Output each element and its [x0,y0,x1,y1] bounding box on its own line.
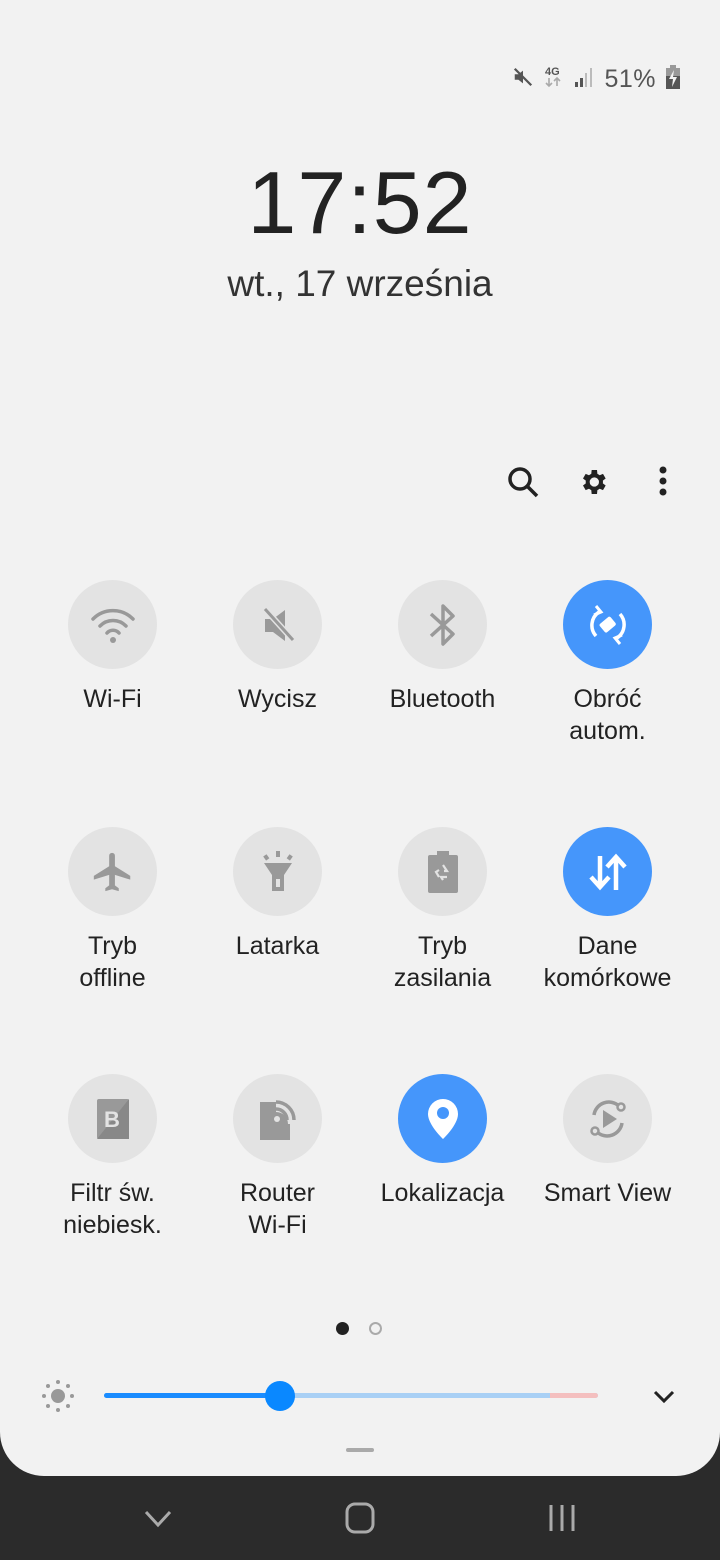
recents-button[interactable] [542,1498,582,1538]
more-vert-icon [659,466,667,496]
tile-location-label: Lokalizacja [380,1179,505,1207]
signal-icon [574,66,594,93]
tile-mobile-data-button[interactable] [563,827,652,916]
tile-bluetooth[interactable]: Bluetooth [360,580,525,827]
tile-mute-button[interactable] [233,580,322,669]
mute-icon [262,606,295,642]
tile-mobile-data[interactable]: Dane komórkowe [525,827,690,1074]
tile-mute[interactable]: Wycisz [195,580,360,827]
search-icon [508,467,539,498]
tile-smart-view-button[interactable] [563,1074,652,1163]
sun-icon [42,1380,74,1412]
back-icon [144,1510,172,1528]
more-options-button[interactable] [646,460,680,504]
tile-blue-light-filter-button[interactable]: B [68,1074,157,1163]
tile-location-button[interactable] [398,1074,487,1163]
mobile-data-icon [588,853,627,890]
tile-hotspot[interactable]: Router Wi-Fi [195,1074,360,1321]
status-bar: 4G 51% [512,64,680,94]
tile-power-mode-button[interactable] [398,827,487,916]
tile-smart-view[interactable]: Smart View [525,1074,690,1321]
page-dot-2[interactable] [369,1322,382,1335]
tile-auto-rotate-button[interactable] [563,580,652,669]
tile-airplane-mode[interactable]: Tryb offline [30,827,195,1074]
tile-bluetooth-button[interactable] [398,580,487,669]
brightness-slider-fill [104,1393,280,1398]
clock-time: 17:52 [247,153,473,252]
tile-wifi[interactable]: Wi-Fi [30,580,195,827]
gear-icon [583,470,606,494]
navigation-bar [0,1476,720,1560]
home-button[interactable] [340,1498,380,1538]
brightness-high-zone [550,1393,598,1398]
battery-charging-icon [666,64,680,94]
4g-data-icon: 4G [544,64,564,95]
page-dot-1[interactable] [336,1322,349,1335]
settings-button[interactable] [576,460,610,504]
svg-text:B: B [104,1107,120,1132]
chevron-down-icon[interactable] [648,1381,680,1413]
tile-airplane-mode-button[interactable] [68,827,157,916]
tile-mute-label: Wycisz [238,685,317,713]
battery-percent: 51% [604,64,656,93]
tile-blue-light-filter[interactable]: B Filtr św. niebiesk. [30,1074,195,1321]
tile-auto-rotate[interactable]: Obróć autom. [525,580,690,827]
search-button[interactable] [506,460,540,504]
clock-date: wt., 17 września [227,263,493,304]
page-indicator [336,1322,382,1335]
quick-settings-panel: 4G 51% 17:52 wt., 17 września Wi-Fi Wyci… [0,0,720,1476]
wifi-icon [90,608,135,643]
recents-icon [549,1505,575,1531]
location-icon [427,1098,458,1139]
auto-rotate-icon [589,604,626,645]
tile-smart-view-label: Smart View [543,1179,672,1207]
svg-text:4G: 4G [545,66,560,78]
power-mode-icon [427,850,458,893]
tile-power-mode[interactable]: Tryb zasilania [360,827,525,1074]
brightness-control [40,1376,680,1416]
tile-wifi-button[interactable] [68,580,157,669]
tile-flashlight[interactable]: Latarka [195,827,360,1074]
brightness-slider-thumb[interactable] [264,1381,295,1411]
mute-status-icon [512,66,534,93]
tile-location[interactable]: Lokalizacja [360,1074,525,1321]
back-button[interactable] [138,1498,178,1538]
smart-view-icon [589,1099,626,1138]
tile-auto-rotate-label: Obróć autom. [569,685,646,745]
tile-flashlight-label: Latarka [235,932,320,960]
hotspot-icon [259,1099,296,1140]
blue-light-filter-icon: B [96,1098,129,1139]
tile-power-mode-label: Tryb zasilania [393,932,492,992]
tile-wifi-label: Wi-Fi [83,685,142,713]
tile-hotspot-button[interactable] [233,1074,322,1163]
tile-hotspot-label: Router Wi-Fi [239,1179,316,1239]
home-icon [345,1502,375,1534]
tile-bluetooth-label: Bluetooth [389,685,496,713]
tile-airplane-mode-label: Tryb offline [79,932,146,992]
brightness-slider-track[interactable] [104,1393,598,1398]
flashlight-icon [262,850,293,891]
panel-drag-handle[interactable] [346,1448,374,1452]
airplane-icon [93,852,130,891]
tile-flashlight-button[interactable] [233,827,322,916]
tile-blue-light-filter-label: Filtr św. niebiesk. [63,1179,162,1239]
panel-toolbar [506,460,680,504]
quick-settings-grid: Wi-Fi Wycisz Bluetooth Obróć autom. Tryb… [30,580,690,1321]
tile-mobile-data-label: Dane komórkowe [543,932,672,992]
bluetooth-icon [429,603,455,646]
